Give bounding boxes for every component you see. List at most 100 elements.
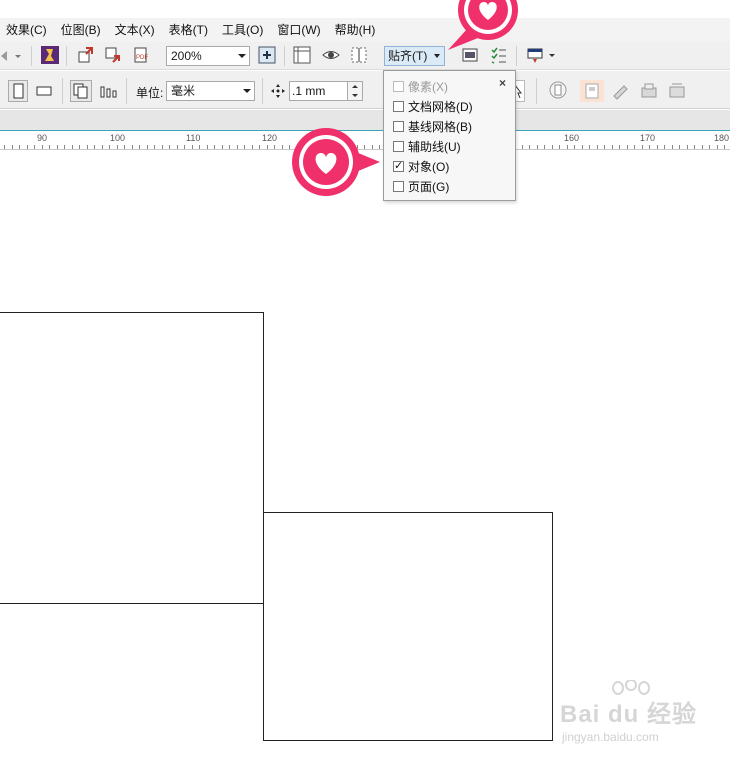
ruler-tick [56,145,58,149]
toolbar-separator [62,78,63,104]
ruler-tick [266,145,268,149]
show-rulers-icon[interactable] [293,46,311,64]
watermark-brand: Bai du 经验 [560,701,698,728]
ruler-tick [214,145,215,149]
ruler-tick [589,145,590,149]
ruler-tick [49,145,50,149]
checkbox[interactable] [393,120,404,132]
ruler-tick [236,145,238,149]
current-page-icon[interactable] [100,84,118,98]
toolbar-separator [262,78,263,104]
menu-tools[interactable]: 工具(O) [215,18,270,42]
menu-table[interactable]: 表格(T) [162,18,215,42]
portrait-orientation-icon[interactable] [8,80,28,102]
menu-help[interactable]: 帮助(H) [328,18,383,42]
ruler-tick [124,145,125,149]
ruler-label: 120 [262,133,278,143]
heart-marker-icon [292,128,380,196]
toolbar-separator [31,46,32,66]
snap-page-option[interactable]: 页面(G) [393,176,449,196]
snap-baseline-grid-option[interactable]: 基线网格(B) [393,116,472,136]
zoom-fit-icon[interactable] [258,46,276,64]
export-icon[interactable] [104,46,122,64]
eye-view-icon[interactable] [322,46,340,64]
ruler-label: 90 [37,133,48,143]
heart-marker-icon [448,0,518,50]
landscape-orientation-icon[interactable] [36,84,52,98]
ruler-tick [656,145,658,149]
menu-effects[interactable]: 效果(C) [0,18,54,42]
page-frame-icon[interactable] [548,80,568,100]
nudge-move-icon [271,84,285,98]
ruler-tick [191,145,193,149]
launch-app-icon[interactable] [526,46,544,64]
menu-text[interactable]: 文本(X) [108,18,162,42]
ruler-tick [206,145,208,149]
ruler-tick [19,145,20,149]
snap-objects-option[interactable]: 对象(O) [393,156,449,176]
import-icon[interactable] [77,46,95,64]
snap-guidelines-option[interactable]: 辅助线(U) [393,136,461,156]
ruler-tick [41,145,43,149]
checkbox[interactable] [393,100,404,112]
ruler-tick [536,145,538,149]
menu-window[interactable]: 窗口(W) [270,18,327,42]
treat-as-filled-icon[interactable] [580,80,604,102]
checkbox-checked[interactable] [393,159,404,172]
snap-pixels-option[interactable]: 像素(X) [393,76,448,96]
ruler-tick [566,145,568,149]
snap-option-label: 像素(X) [408,79,448,94]
zoom-level-select[interactable]: 200% [166,46,250,66]
ruler-tick [709,145,710,149]
chevron-down-icon [434,54,440,58]
publish-pdf-icon[interactable]: PDF [132,46,150,64]
snap-to-menu: × 像素(X) 文档网格(D) 基线网格(B) 辅助线(U) 对象(O) 页面(… [383,70,516,201]
ruler-tick [146,145,148,149]
ruler-tick [664,145,665,149]
ruler-tick [641,145,643,149]
spinner-icon[interactable] [347,81,363,101]
ruler-tick [71,145,73,149]
checkbox[interactable] [393,80,404,92]
chevron-down-icon [243,89,251,93]
undo-arrow-icon[interactable] [0,47,10,65]
all-pages-icon[interactable] [70,80,92,102]
ruler-tick [551,145,553,149]
baidu-jingyan-watermark: Bai du 经验 jingyan.baidu.com [560,680,698,744]
snap-option-label: 对象(O) [408,159,450,174]
ruler-tick [724,145,725,149]
svg-text:PDF: PDF [136,55,148,61]
ruler-tick [101,145,103,149]
ruler-tick [161,145,163,149]
ruler-tick [154,145,155,149]
snap-to-label: 贴齐(T) [388,49,428,63]
edit-shape-icon[interactable] [612,82,630,100]
nudge-distance-value: .1 mm [292,84,326,98]
unit-select[interactable]: 毫米 [166,81,255,101]
menu-bitmaps[interactable]: 位图(B) [54,18,108,42]
show-guidelines-icon[interactable] [350,46,368,64]
trash-shape-icon[interactable] [668,82,686,100]
chevron-down-icon[interactable] [14,47,22,65]
snap-document-grid-option[interactable]: 文档网格(D) [393,96,473,116]
toolbar-separator [284,46,285,66]
menu-bar: 效果(C) 位图(B) 文本(X) 表格(T) 工具(O) 窗口(W) 帮助(H… [0,18,730,42]
ruler-tick [34,145,35,149]
checkbox[interactable] [393,140,404,152]
ruler-tick [199,145,200,149]
checkbox[interactable] [393,180,404,192]
close-icon[interactable]: × [499,76,506,90]
rectangle-object[interactable] [0,312,264,604]
ruler-tick [574,145,575,149]
ruler-tick [221,145,223,149]
ruler-tick [244,145,245,149]
corel-connect-icon[interactable] [40,45,60,65]
chevron-down-icon[interactable] [547,46,557,64]
ruler-tick [94,145,95,149]
ruler-label: 180 [714,133,730,143]
snap-to-button[interactable]: 贴齐(T) [384,46,445,66]
print-tile-icon[interactable] [640,82,658,100]
chevron-down-icon [238,54,246,58]
rectangle-object[interactable] [263,512,553,741]
ruler-tick [26,145,28,149]
